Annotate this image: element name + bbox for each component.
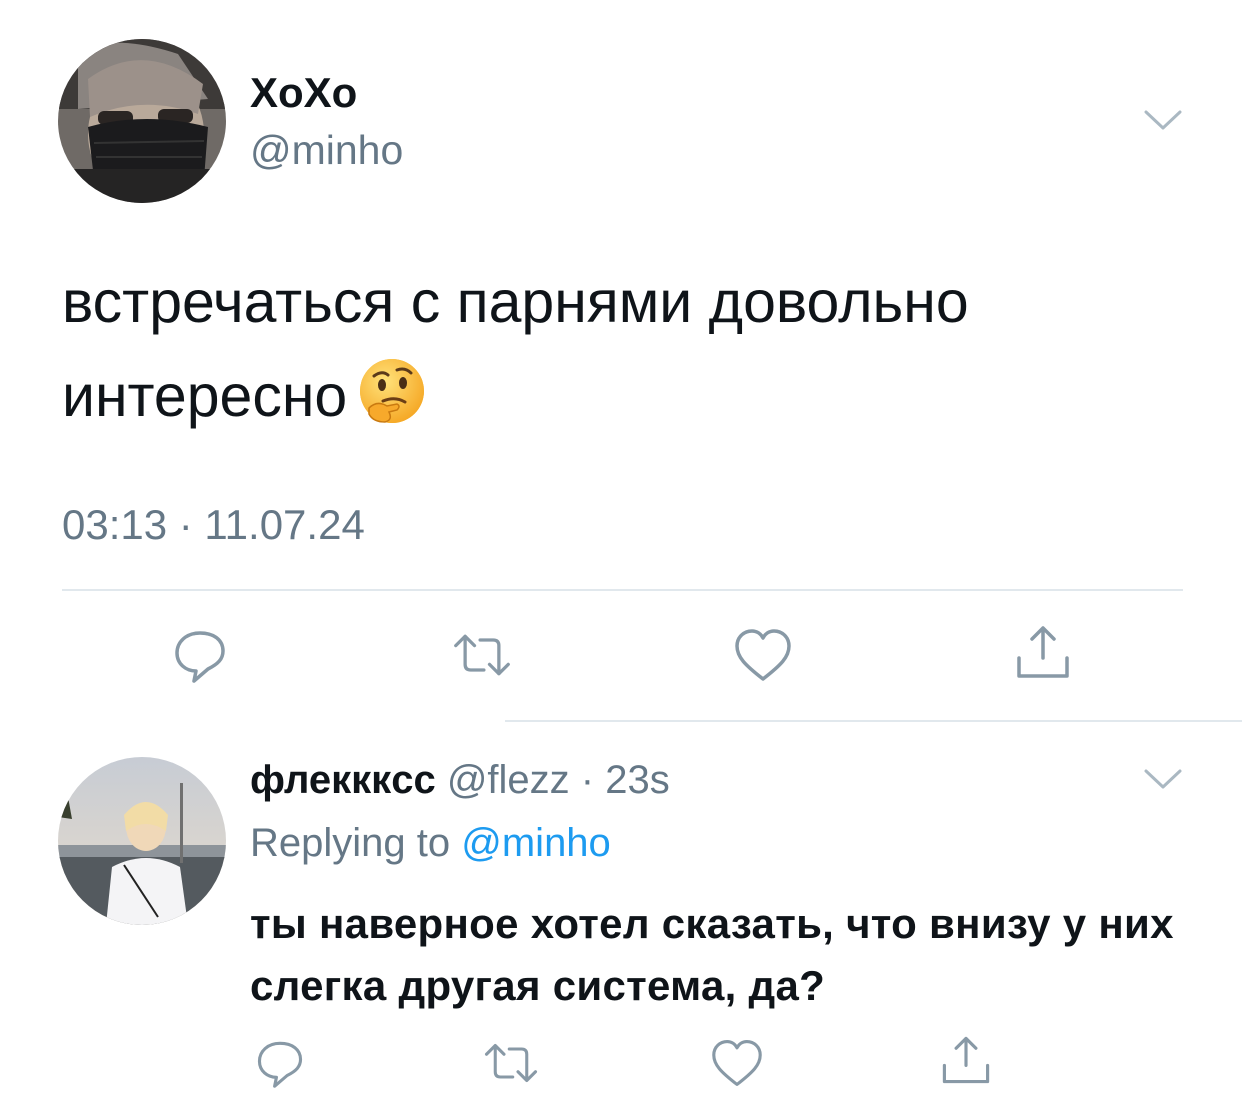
reply-retweet-button[interactable]: [481, 1033, 541, 1093]
like-button[interactable]: [733, 625, 793, 685]
reply-reply-button[interactable]: [250, 1033, 310, 1093]
reply-share-button[interactable]: [936, 1030, 996, 1090]
retweet-button[interactable]: [452, 625, 512, 685]
share-button[interactable]: [1013, 622, 1073, 682]
author-avatar[interactable]: [58, 39, 226, 203]
reply-text: ты наверное хотел сказать, что внизу у н…: [250, 900, 1174, 1009]
reply-author-avatar[interactable]: [58, 757, 226, 925]
avatar-photo: [58, 39, 226, 203]
retweet-icon: [454, 634, 510, 676]
replying-to-line: Replying to @minho: [250, 820, 611, 866]
tweet-text-content: встречаться с парнями довольно интересно: [62, 269, 969, 429]
chevron-down-icon[interactable]: [1143, 767, 1183, 791]
author-handle[interactable]: @minho: [250, 127, 403, 173]
tweet-text: встречаться с парнями довольно интересно: [62, 255, 1182, 443]
tweet-timestamp[interactable]: 03:13 · 11.07.24: [62, 502, 365, 548]
like-icon: [735, 629, 791, 681]
share-icon: [942, 1036, 990, 1084]
author-display-name[interactable]: XoXo: [250, 70, 357, 116]
replying-to-mention[interactable]: @minho: [461, 821, 611, 865]
avatar-photo: [58, 757, 226, 925]
reply-display-name[interactable]: флекккcc: [250, 758, 436, 802]
reply-like-button[interactable]: [707, 1033, 767, 1093]
reply-icon: [257, 1041, 303, 1088]
reply-handle-time[interactable]: @flezz · 23s: [447, 758, 670, 802]
retweet-icon: [484, 1043, 538, 1083]
like-icon: [712, 1040, 762, 1086]
chevron-down-icon[interactable]: [1143, 108, 1183, 132]
reply-icon: [175, 631, 225, 683]
reply-button[interactable]: [170, 625, 230, 685]
replying-to-label: Replying to: [250, 821, 451, 865]
share-icon: [1017, 626, 1069, 678]
reply-header: флекккcc @flezz · 23s: [250, 757, 670, 803]
actions-divider: [62, 589, 1183, 591]
reply-divider: [505, 720, 1242, 722]
thinking-face-emoji: [357, 356, 427, 426]
